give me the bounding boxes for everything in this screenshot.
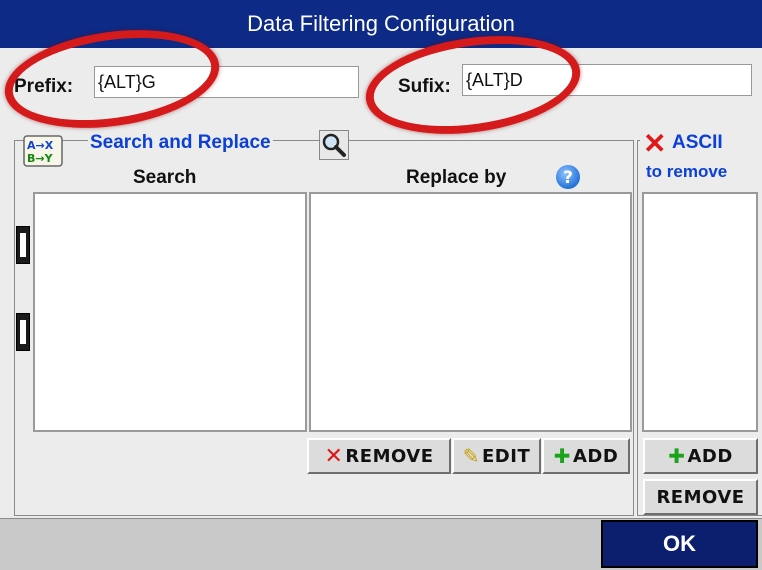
title-bar: Data Filtering Configuration: [0, 0, 762, 48]
search-replace-icon: A→X B→Y: [22, 134, 78, 172]
help-icon[interactable]: ?: [554, 163, 582, 191]
red-x-icon: ✕: [643, 128, 667, 159]
ascii-add-label: ADD: [687, 445, 733, 467]
ascii-remove-label: REMOVE: [656, 486, 745, 508]
ascii-remove-button[interactable]: REMOVE: [643, 479, 758, 515]
move-down-icon[interactable]: [16, 313, 30, 351]
add-button[interactable]: ✚ ADD: [542, 438, 630, 474]
red-x-icon: ✕: [324, 443, 344, 469]
search-replace-label: Search and Replace: [88, 132, 273, 154]
ascii-subtitle: to remove: [646, 162, 728, 181]
pencil-icon: ✎: [462, 444, 481, 468]
remove-button[interactable]: ✕ REMOVE: [307, 438, 451, 474]
magnifier-icon[interactable]: [319, 130, 349, 160]
sufix-label: Sufix:: [398, 76, 451, 97]
green-plus-icon: ✚: [668, 444, 686, 468]
prefix-label: Prefix:: [14, 76, 74, 97]
move-up-icon[interactable]: [16, 226, 30, 264]
ascii-list[interactable]: [642, 192, 758, 432]
search-list[interactable]: [33, 192, 307, 432]
ok-button[interactable]: OK: [601, 520, 758, 568]
green-plus-icon: ✚: [553, 444, 571, 468]
search-column-header: Search: [133, 167, 197, 188]
ascii-header: ✕ ASCII to remove: [640, 127, 762, 185]
window-title: Data Filtering Configuration: [247, 11, 515, 36]
prefix-field[interactable]: {ALT}G: [94, 66, 359, 98]
add-button-label: ADD: [572, 445, 619, 467]
replace-list[interactable]: [309, 192, 632, 432]
svg-text:B→Y: B→Y: [27, 152, 54, 165]
remove-button-label: REMOVE: [345, 445, 434, 467]
ascii-add-button[interactable]: ✚ ADD: [643, 438, 758, 474]
sufix-field[interactable]: {ALT}D: [462, 64, 752, 96]
replace-column-header: Replace by: [406, 167, 507, 188]
svg-text:A→X: A→X: [27, 139, 54, 152]
edit-button[interactable]: ✎ EDIT: [452, 438, 541, 474]
edit-button-label: EDIT: [482, 445, 531, 467]
svg-text:?: ?: [563, 168, 573, 188]
ascii-title: ASCII: [672, 132, 723, 153]
